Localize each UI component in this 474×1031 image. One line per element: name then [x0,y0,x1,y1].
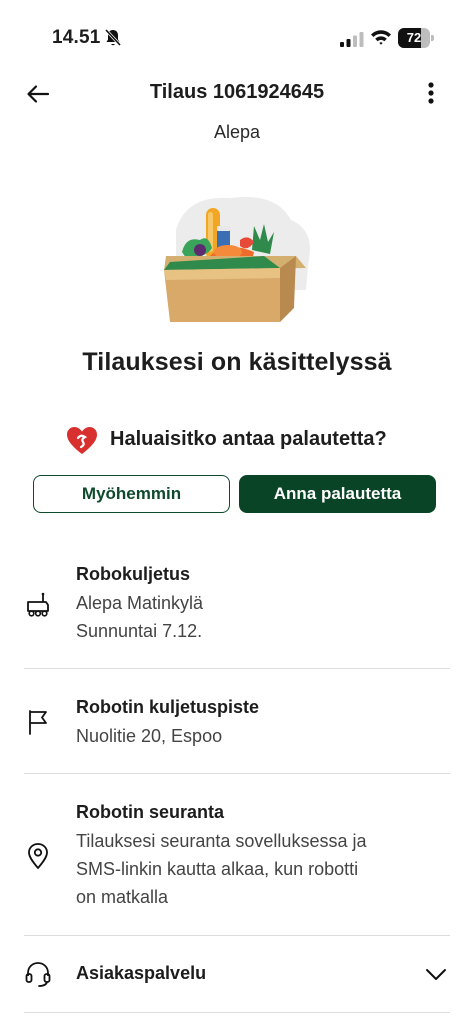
delivery-title: Robokuljetus [76,564,191,584]
bell-off-icon [104,28,122,47]
order-page: 14.51 72 Tilaus 1061924645 Alepa Tilauks… [0,0,474,1031]
battery-level: 72 [406,30,422,45]
chevron-down-icon[interactable] [424,963,448,985]
tracking-title: Robotin seuranta [76,802,225,822]
feedback-question: Haluaisitko antaa palautetta? [110,428,387,450]
delivery-date: Sunnuntai 7.12. [76,621,203,641]
divider [24,773,450,774]
divider [24,668,450,669]
pickup-point-title: Robotin kuljetuspiste [76,697,260,717]
divider [24,935,450,936]
location-pin-icon [28,843,48,869]
page-title: Tilaus 1061924645 [149,81,325,103]
store-name: Alepa [213,122,261,142]
flag-icon [29,710,47,735]
later-button[interactable]: Myöhemmin [33,475,230,513]
battery-indicator: 72 [398,28,434,48]
tracking-text-line: Tilauksesi seuranta sovelluksessa ja [76,831,367,851]
divider [24,1012,450,1013]
status-bar: 14.51 72 [0,0,474,70]
more-vertical-icon[interactable] [420,80,442,108]
customer-service-label[interactable]: Asiakaspalvelu [76,963,206,984]
headset-icon [25,962,51,987]
heart-logo-icon [67,427,97,454]
grocery-box-illustration [164,196,310,322]
signal-icon [340,32,364,47]
status-time: 14.51 [52,27,101,48]
order-status-heading: Tilauksesi on käsittelyssä [82,348,392,376]
robot-icon [27,592,49,617]
wifi-icon [371,30,391,45]
tracking-text-line: on matkalla [76,887,169,907]
give-feedback-button[interactable]: Anna palautetta [239,475,436,513]
delivery-store: Alepa Matinkylä [76,593,204,613]
tracking-text-line: SMS-linkin kautta alkaa, kun robotti [76,859,359,879]
pickup-point-address: Nuolitie 20, Espoo [76,726,223,746]
